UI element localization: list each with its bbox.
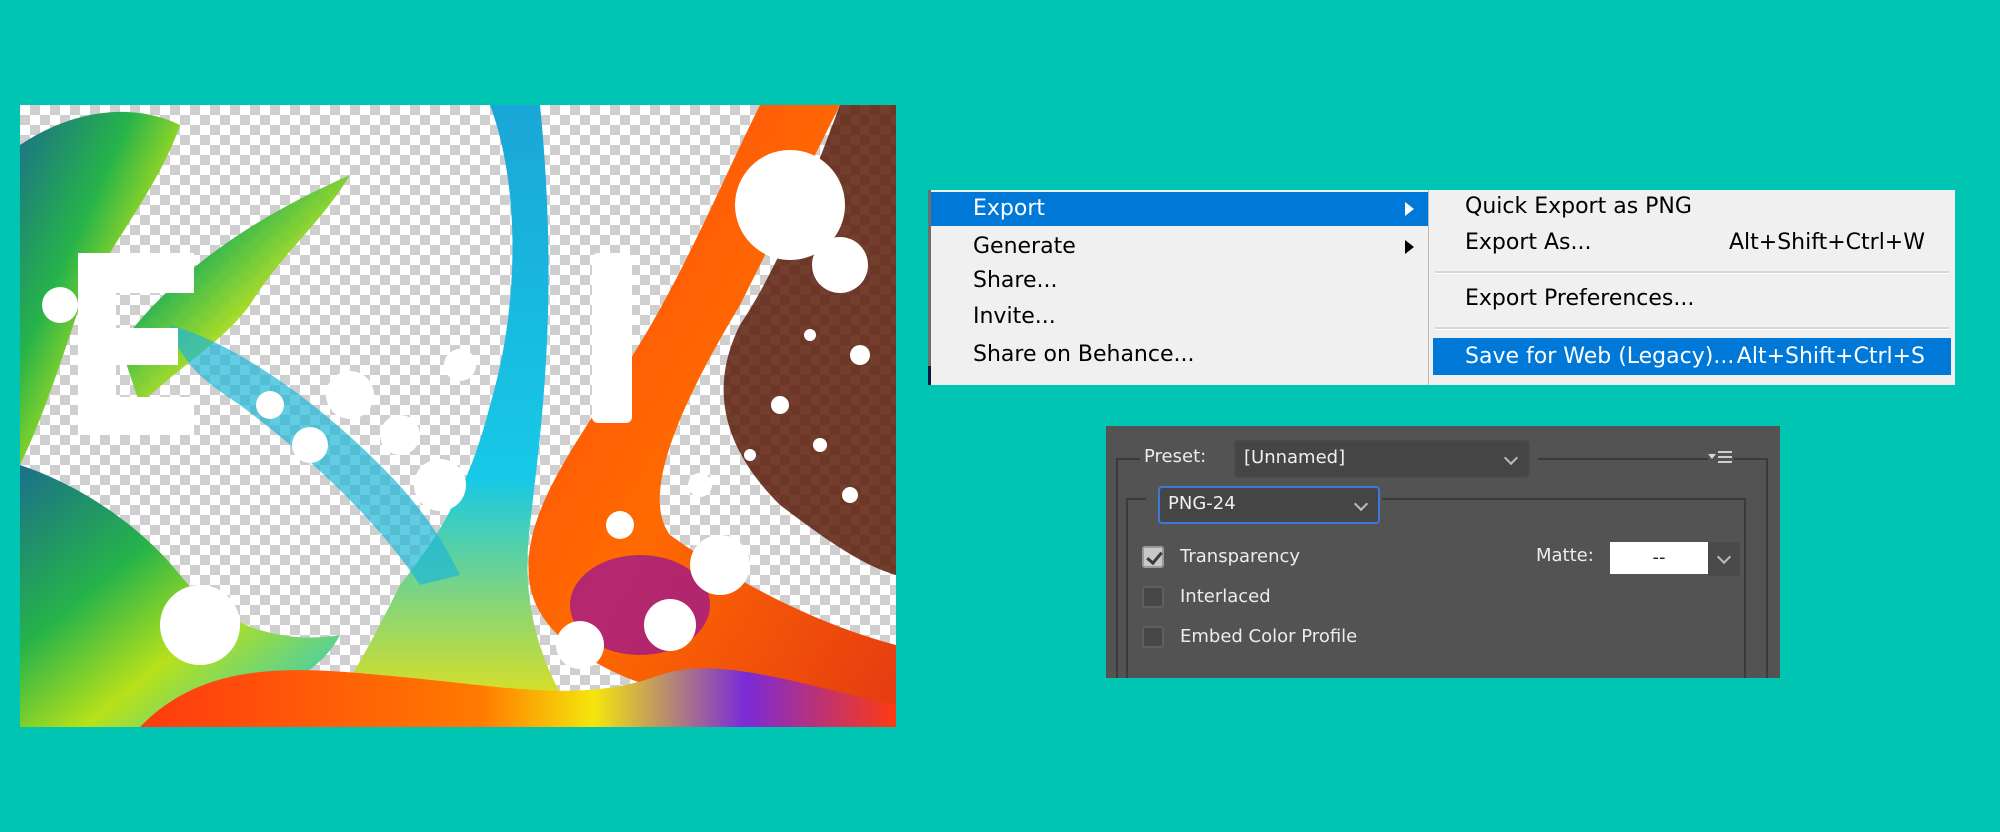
- group-frame-line: [1126, 498, 1146, 500]
- letter-i: [592, 253, 632, 423]
- embed-color-profile-label: Embed Color Profile: [1180, 626, 1358, 647]
- group-frame-line: [1734, 458, 1768, 460]
- menu-item-invite[interactable]: Invite...: [931, 300, 1428, 334]
- menu-item-label: Share on Behance...: [973, 342, 1195, 367]
- menu-item-label: Export Preferences...: [1465, 286, 1695, 311]
- menu-item-label: Export: [973, 196, 1046, 221]
- menu-item-share[interactable]: Share...: [931, 264, 1428, 298]
- group-frame-line: [1538, 458, 1708, 460]
- group-frame-line: [1116, 458, 1118, 678]
- menu-item-label: Invite...: [973, 304, 1056, 329]
- menu-item-export-preferences[interactable]: Export Preferences...: [1429, 282, 1955, 316]
- menu-item-label: Quick Export as PNG: [1465, 194, 1692, 219]
- menu-item-export[interactable]: Export: [931, 192, 1428, 226]
- chevron-down-icon: [1503, 450, 1519, 466]
- menu-item-save-for-web-legacy[interactable]: Save for Web (Legacy)... Alt+Shift+Ctrl+…: [1433, 338, 1951, 375]
- file-format-value: PNG-24: [1168, 493, 1236, 514]
- export-submenu-panel: Quick Export as PNG Export As... Alt+Shi…: [1428, 190, 1955, 385]
- file-menu-panel: Export Generate Share... Invite... Share…: [928, 190, 1428, 385]
- menu-item-generate[interactable]: Generate: [931, 230, 1428, 264]
- group-frame-line: [1382, 498, 1746, 500]
- fluid-paint-artwork: [20, 105, 896, 727]
- submenu-arrow-icon: [1405, 202, 1414, 216]
- menu-item-quick-export-png[interactable]: Quick Export as PNG: [1429, 190, 1955, 224]
- embed-color-profile-checkbox[interactable]: [1142, 626, 1164, 648]
- group-frame-line: [1126, 498, 1128, 678]
- group-frame-line: [1766, 458, 1768, 678]
- interlaced-checkbox[interactable]: [1142, 586, 1164, 608]
- chevron-down-icon: [1716, 549, 1732, 565]
- menu-item-shortcut: Alt+Shift+Ctrl+S: [1736, 344, 1925, 369]
- interlaced-label: Interlaced: [1180, 586, 1271, 607]
- group-frame-line: [1744, 498, 1746, 678]
- menu-item-export-as[interactable]: Export As... Alt+Shift+Ctrl+W: [1429, 226, 1955, 260]
- matte-label: Matte:: [1536, 545, 1594, 566]
- transparency-label: Transparency: [1180, 546, 1301, 567]
- chevron-down-icon: [1353, 496, 1369, 512]
- menu-separator: [1435, 271, 1949, 274]
- preset-label: Preset:: [1144, 446, 1207, 467]
- transparency-checkbox[interactable]: [1142, 546, 1164, 568]
- submenu-arrow-icon: [1405, 240, 1414, 254]
- preset-dropdown[interactable]: [Unnamed]: [1234, 440, 1530, 478]
- menu-item-label: Generate: [973, 234, 1076, 259]
- file-format-dropdown[interactable]: PNG-24: [1158, 486, 1380, 524]
- preset-value: [Unnamed]: [1244, 447, 1346, 468]
- menu-item-label: Share...: [973, 268, 1058, 293]
- letter-e: [78, 253, 194, 435]
- matte-dropdown-button[interactable]: [1708, 542, 1740, 576]
- panel-menu-icon[interactable]: [1708, 448, 1734, 468]
- group-frame-line: [1116, 458, 1140, 460]
- menu-item-label: Export As...: [1465, 230, 1592, 255]
- matte-value: --: [1652, 547, 1666, 568]
- menu-item-label: Save for Web (Legacy)...: [1465, 344, 1735, 369]
- menu-item-share-on-behance[interactable]: Share on Behance...: [931, 338, 1428, 372]
- menu-item-shortcut: Alt+Shift+Ctrl+W: [1729, 230, 1925, 255]
- save-for-web-settings-panel: Preset: [Unnamed] PNG-24 Transparency Ma…: [1106, 426, 1780, 678]
- matte-color-field[interactable]: --: [1610, 542, 1708, 574]
- transparent-artwork-canvas: [20, 105, 896, 727]
- menu-separator: [1435, 327, 1949, 330]
